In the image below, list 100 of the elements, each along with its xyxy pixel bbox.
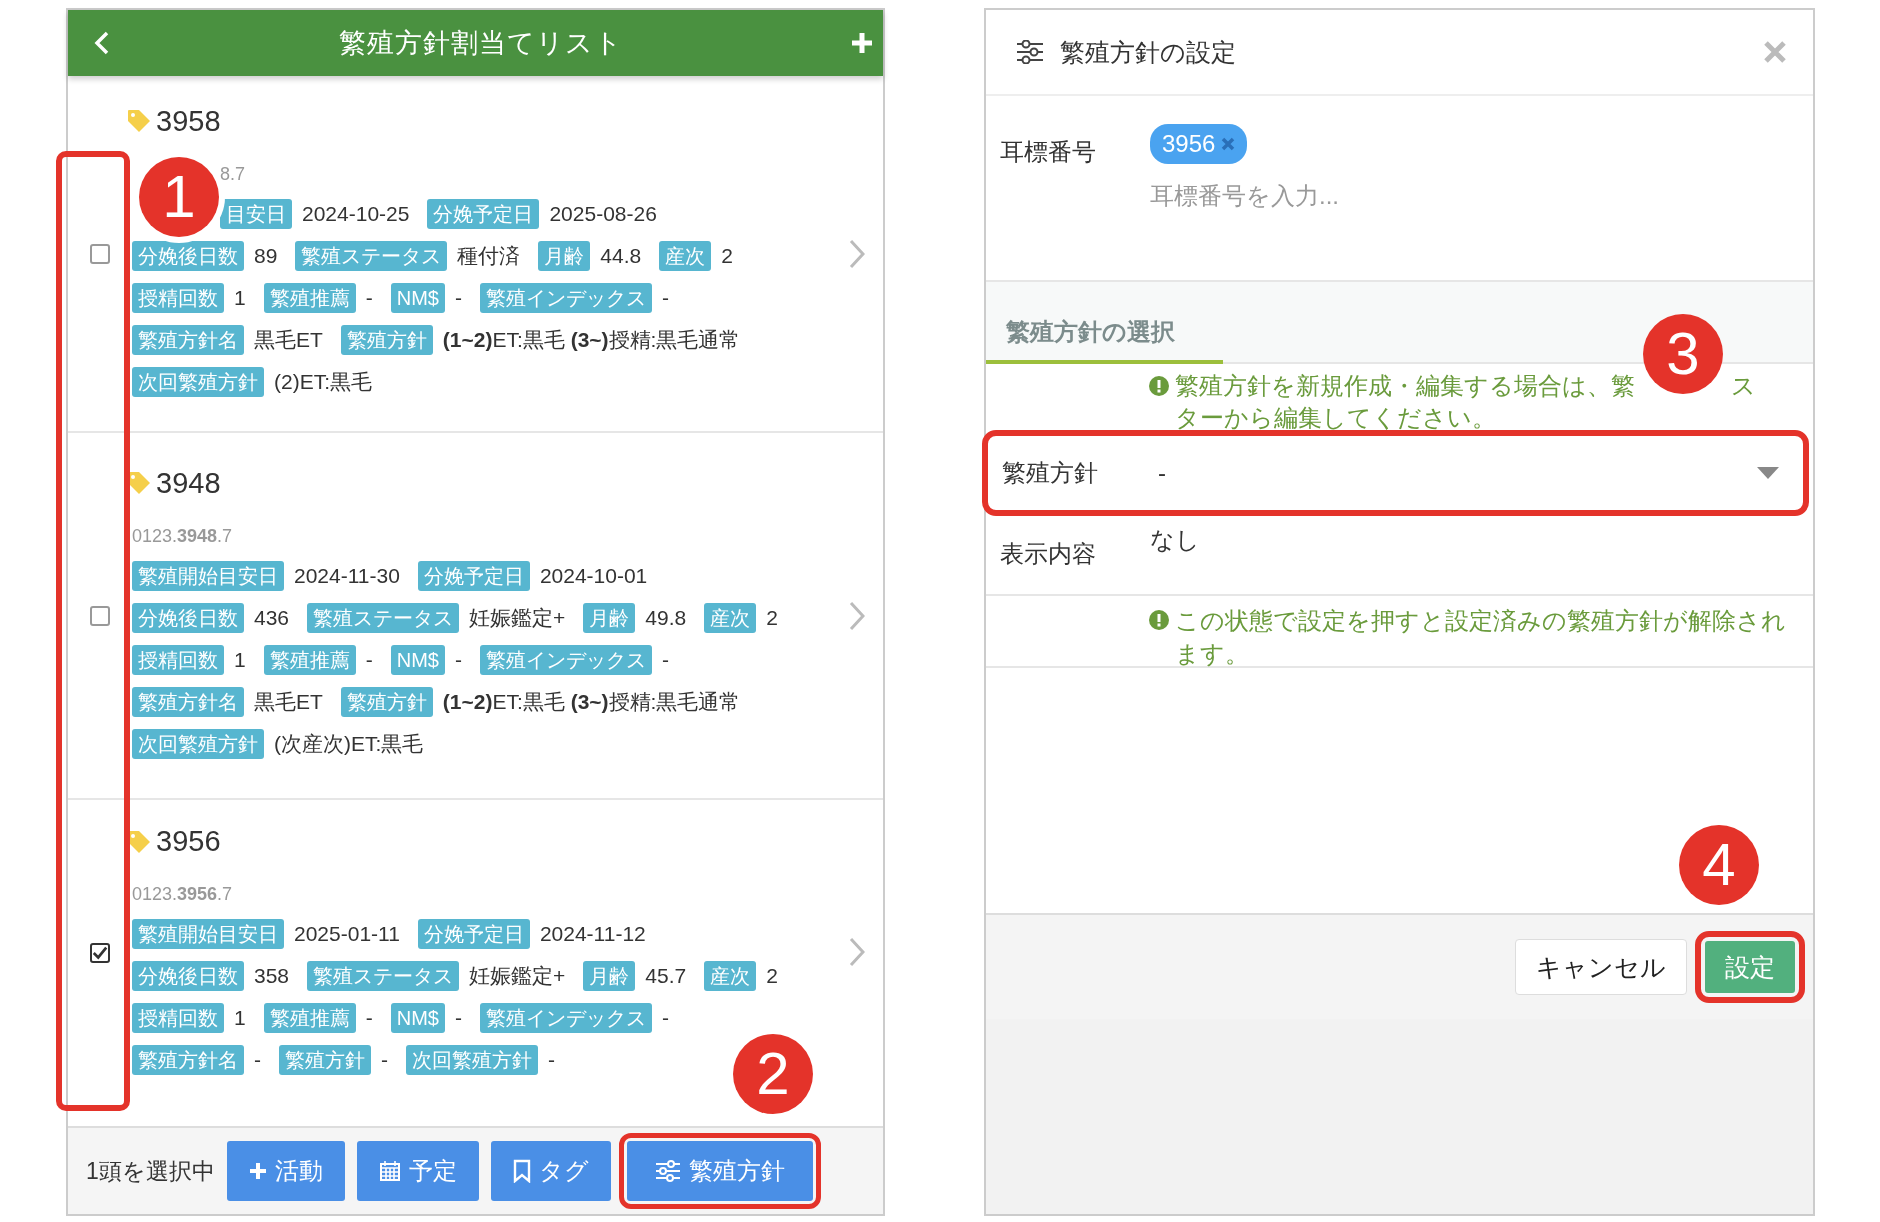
field-label: 繁殖方針名: [132, 1045, 244, 1075]
field-value: -: [381, 1048, 388, 1072]
note-text: ターから編集してください。: [1175, 403, 1497, 433]
field-label: 次回繁殖方針: [132, 728, 264, 759]
remove-icon[interactable]: [1221, 137, 1236, 151]
field-value: 44.8: [600, 243, 642, 268]
ear-tag-number: 3958: [156, 104, 221, 138]
section-tab[interactable]: 繁殖方針の選択: [986, 316, 1223, 364]
field-value: 2: [721, 243, 733, 268]
field-label: 目安日: [220, 198, 292, 229]
action-button[interactable]: 予定: [356, 1141, 479, 1201]
field-value: -: [454, 647, 462, 672]
field-value: 妊娠鑑定+: [469, 963, 566, 989]
field-label: 繁殖方針: [340, 324, 433, 355]
field-value: -: [548, 1048, 555, 1072]
field-value: (1~2)ET:黒毛 (3~)授精:黒毛通常: [442, 688, 741, 715]
checkbox[interactable]: [90, 605, 110, 626]
screen-title: 繁殖方針割当てリスト: [338, 27, 623, 60]
field-label: 産次: [704, 602, 757, 633]
close-icon[interactable]: [1763, 40, 1787, 64]
field-label: NM$: [390, 644, 445, 675]
field-value: 2: [766, 605, 778, 630]
chevron-icon[interactable]: [849, 238, 865, 269]
chevron-icon[interactable]: [849, 937, 865, 967]
field-value: 89: [254, 243, 278, 268]
field-value: なし: [1150, 525, 1200, 555]
field-value: 妊娠鑑定+: [469, 604, 566, 631]
plus-icon[interactable]: [851, 32, 873, 54]
action-button[interactable]: 活動: [226, 1141, 345, 1201]
field-value: -: [661, 285, 669, 310]
field-value: -: [661, 647, 669, 672]
field-label: 表示内容: [1000, 539, 1097, 569]
checkbox[interactable]: [90, 943, 110, 963]
field-value: 1: [234, 285, 246, 310]
field-value: (2)ET:黒毛: [274, 368, 372, 395]
field-label: NM$: [390, 282, 445, 313]
field-label: 繁殖開始目安日: [132, 560, 284, 591]
ear-tag-chip[interactable]: 3956: [1150, 124, 1248, 164]
field-label: 繁殖ステータス: [307, 961, 460, 991]
field-value: -: [661, 1006, 669, 1030]
field-label: 分娩後日数: [132, 961, 244, 991]
field-value: 2024-11-30: [294, 563, 400, 588]
field-label: 分娩予定日: [417, 560, 530, 591]
field-label: 産次: [704, 961, 757, 991]
bookmark-icon: [512, 1159, 531, 1183]
field-label: 授精回数: [132, 644, 224, 675]
field-label: 月齢: [538, 240, 591, 271]
field-label: 繁殖方針: [279, 1045, 371, 1075]
field-label: 繁殖開始目安日: [132, 919, 284, 949]
field-label: 月齢: [583, 961, 636, 991]
chevron-icon[interactable]: [849, 600, 865, 631]
checkbox[interactable]: [90, 243, 110, 264]
field-value: 49.8: [645, 605, 687, 630]
field-value: 358: [254, 964, 290, 988]
field-label: 繁殖ステータス: [295, 240, 448, 271]
field-label: 月齢: [583, 602, 636, 633]
field-value: 2024-10-01: [539, 563, 648, 588]
animal-id: 0123.3956.7: [132, 884, 234, 905]
field-label: 繁殖方針名: [132, 324, 244, 355]
field-label: 繁殖推薦: [263, 644, 356, 675]
calendar-icon: [378, 1160, 401, 1182]
cancel-button[interactable]: キャンセル: [1515, 939, 1687, 995]
field-value: -: [365, 285, 373, 310]
field-value: -: [365, 1006, 373, 1030]
back-icon[interactable]: [94, 30, 110, 56]
ear-tag-number: 3948: [156, 466, 221, 500]
field-value: (1~2)ET:黒毛 (3~)授精:黒毛通常: [442, 326, 741, 353]
field-label: 授精回数: [132, 282, 224, 313]
field-value: 黒毛ET: [254, 688, 323, 715]
action-button[interactable]: タグ: [490, 1141, 611, 1201]
animal-id: 0123.3948.7: [132, 525, 234, 547]
field-label: 分娩後日数: [132, 240, 244, 271]
field-label: 繁殖推薦: [263, 1003, 356, 1033]
field-label: NM$: [390, 1003, 445, 1033]
policy-select[interactable]: -: [1152, 459, 1789, 487]
confirm-button[interactable]: 設定: [1705, 941, 1795, 993]
field-label: 繁殖方針: [340, 686, 433, 717]
field-value: -: [365, 647, 373, 672]
field-value: 1: [234, 1006, 246, 1030]
field-label: 授精回数: [132, 1003, 224, 1033]
ear-tag-input[interactable]: 耳標番号を入力...: [1150, 182, 1550, 210]
field-label: 分娩後日数: [132, 602, 244, 633]
field-value: (次産次)ET:黒毛: [274, 730, 424, 757]
note-text: ス: [1731, 372, 1756, 399]
field-label: 産次: [659, 240, 712, 271]
field-value: 1: [234, 647, 246, 672]
field-label: 繁殖ステータス: [307, 602, 460, 633]
field-label: 繁殖インデックス: [479, 282, 652, 313]
action-button[interactable]: 繁殖方針: [626, 1141, 813, 1201]
field-value: 436: [254, 605, 290, 630]
note-text: 繁殖方針を新規作成・編集する場合は、繁: [1175, 372, 1635, 399]
field-label: 耳標番号: [1000, 137, 1097, 167]
dialog-title: 繁殖方針の設定: [1060, 36, 1237, 68]
field-label: 繁殖インデックス: [479, 644, 652, 675]
field-value: 2025-08-26: [549, 201, 657, 226]
field-value: -: [454, 285, 462, 310]
field-value: -: [454, 1006, 462, 1030]
warning-icon: [1149, 610, 1169, 630]
sliders-icon: [654, 1160, 681, 1182]
step-number: 2: [733, 1034, 813, 1114]
